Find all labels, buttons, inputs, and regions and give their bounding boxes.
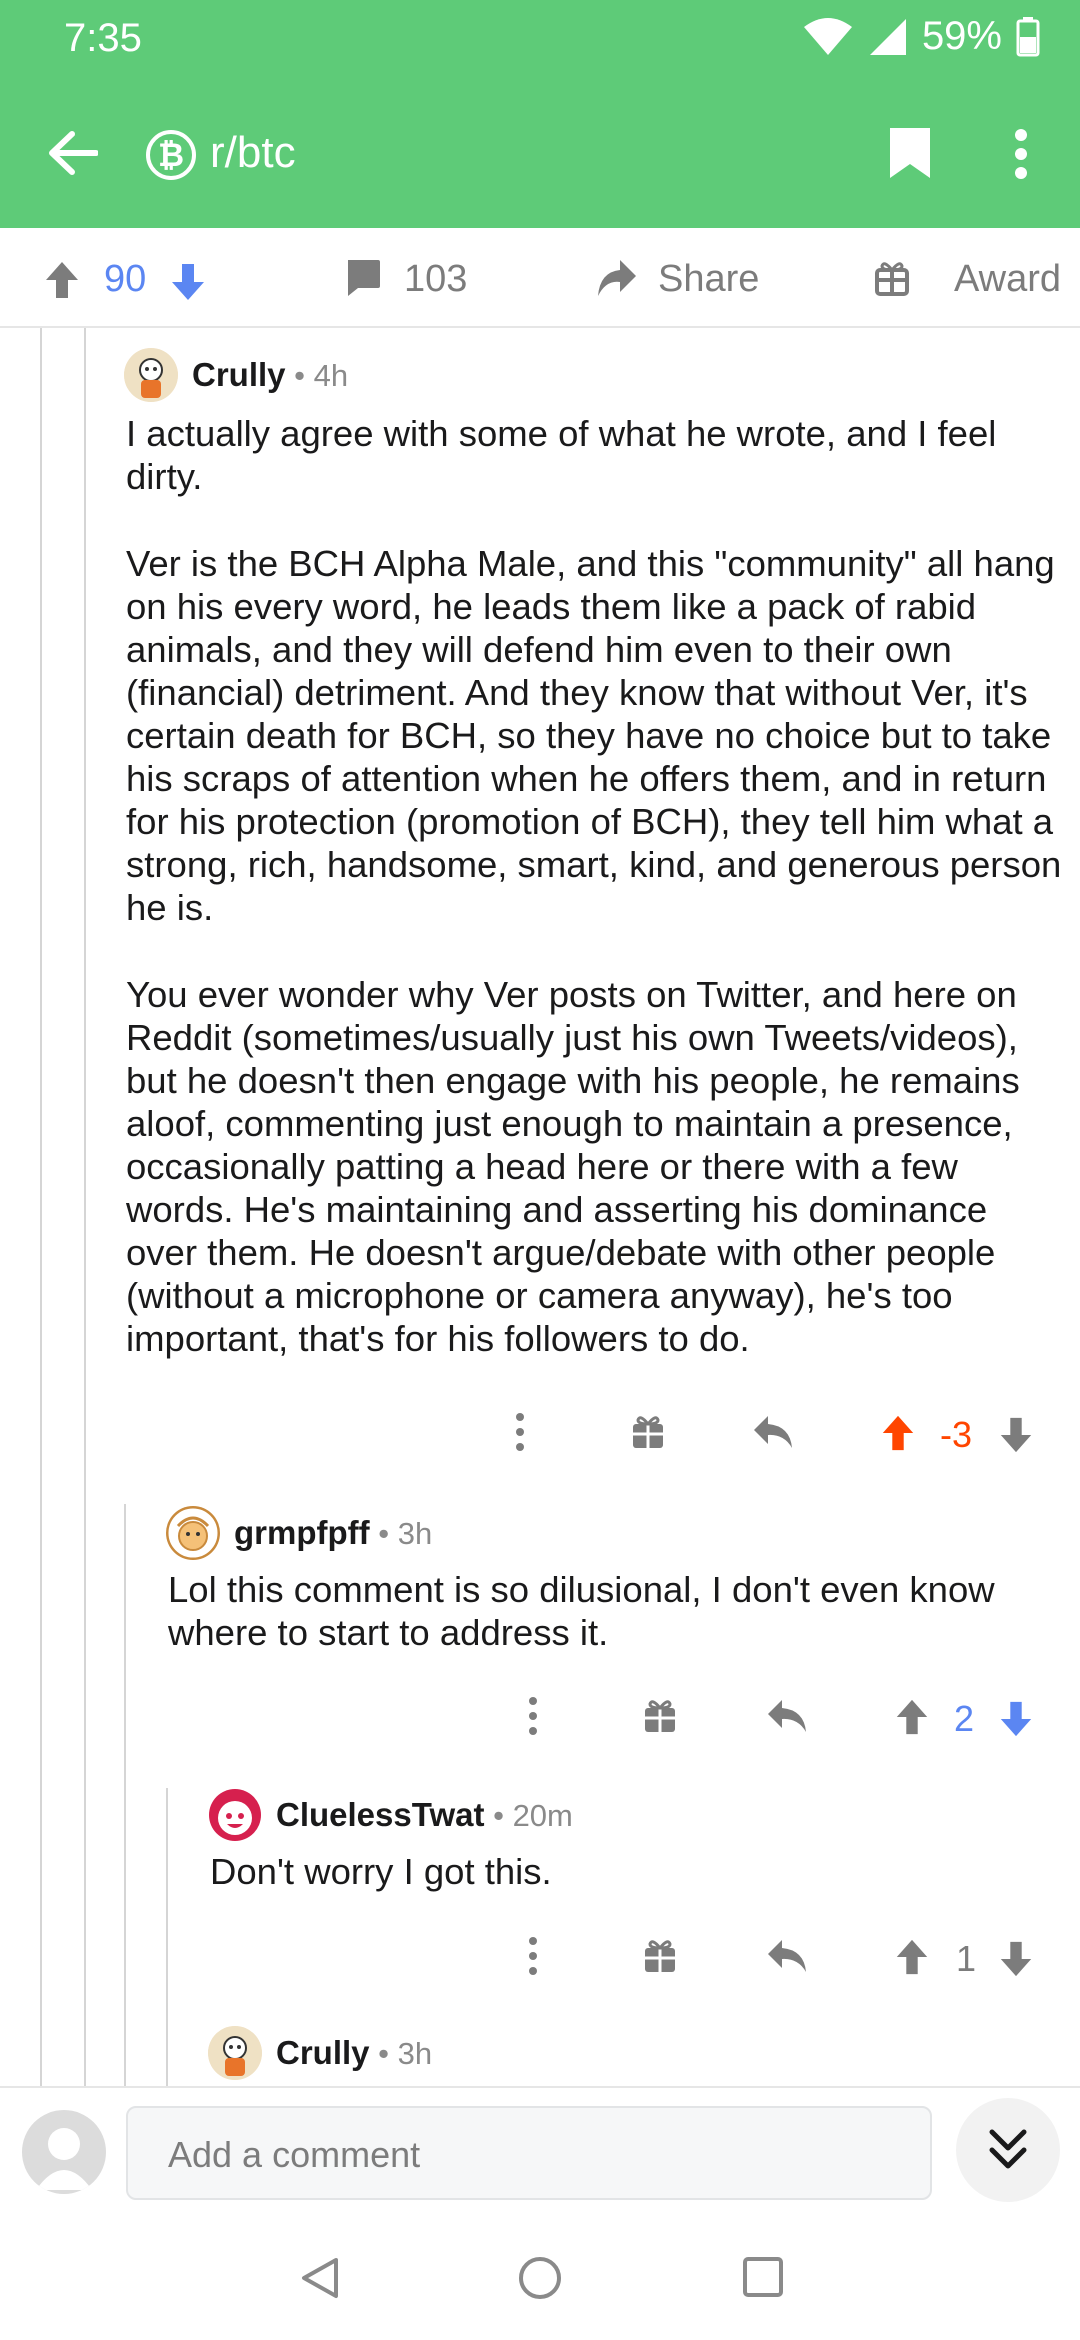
comment-score: -3 [940, 1414, 973, 1455]
comment-age: 4h [313, 358, 349, 393]
subreddit-title[interactable]: r/btc [210, 128, 296, 178]
comment-author[interactable]: Crully [276, 2034, 370, 2071]
comment-paragraph: Don't worry I got this. [210, 1851, 552, 1892]
comment-author[interactable]: Crully [192, 356, 286, 393]
downvote-icon[interactable] [998, 1416, 1034, 1454]
bitcoin-icon: ₿ [146, 130, 196, 180]
back-arrow-icon[interactable] [46, 128, 98, 178]
gift-icon[interactable] [874, 260, 910, 298]
battery-icon [1016, 16, 1040, 56]
share-button[interactable]: Share [658, 258, 759, 301]
comment-paragraph: You ever wonder why Ver posts on Twitter… [126, 974, 1020, 1359]
comment-paragraph: Lol this comment is so dilusional, I don… [168, 1569, 995, 1653]
double-chevron-down-icon [989, 2129, 1027, 2169]
add-comment-bar: Add a comment [0, 2086, 1080, 2212]
app-header: 7:35 59% ₿ r/btc [0, 0, 1080, 228]
thread-line[interactable] [124, 1504, 126, 2086]
post-score: 90 [104, 258, 147, 300]
add-comment-placeholder: Add a comment [168, 2134, 421, 2175]
wifi-icon [803, 17, 852, 55]
comment-age: 3h [397, 1516, 433, 1551]
share-icon[interactable] [596, 258, 638, 298]
award-button[interactable]: Award [954, 258, 1061, 301]
avatar[interactable] [208, 1788, 262, 1842]
more-vert-icon[interactable] [528, 1936, 538, 1976]
more-vert-icon[interactable] [515, 1412, 525, 1452]
post-action-bar: 90 103 Share Award [0, 228, 1080, 328]
nav-home-icon[interactable] [518, 2256, 562, 2300]
status-time: 7:35 [64, 16, 142, 60]
default-user-icon [36, 2128, 92, 2190]
comment-author[interactable]: CluelessTwat [276, 1796, 484, 1833]
reply-icon[interactable] [766, 1938, 808, 1974]
comment-age: 20m [512, 1798, 573, 1833]
user-avatar[interactable] [22, 2110, 106, 2194]
status-icons: 59% [802, 14, 1040, 59]
nav-back-icon[interactable] [298, 2256, 340, 2300]
thread-line[interactable] [40, 328, 42, 2086]
comment-body: Don't worry I got this. [210, 1850, 1050, 1893]
avatar[interactable] [124, 348, 178, 402]
battery-percent: 59% [921, 14, 1002, 58]
comment-paragraph: I actually agree with some of what he wr… [126, 413, 997, 497]
comment-body: Lol this comment is so dilusional, I don… [168, 1568, 1048, 1654]
gift-icon[interactable] [642, 1698, 678, 1736]
nav-recents-icon[interactable] [742, 2256, 784, 2298]
comment-icon[interactable] [344, 258, 382, 298]
add-comment-input[interactable]: Add a comment [126, 2106, 932, 2200]
avatar-image [124, 348, 178, 402]
system-nav-bar [0, 2212, 1080, 2340]
downvote-icon[interactable] [998, 1940, 1034, 1978]
comment-paragraph: Ver is the BCH Alpha Male, and this "com… [126, 543, 1062, 928]
comment-score: 1 [956, 1938, 977, 1979]
avatar-image [166, 1506, 220, 1560]
more-vert-icon[interactable] [528, 1696, 538, 1736]
next-comment-button[interactable] [956, 2098, 1060, 2202]
bookmark-icon[interactable] [888, 126, 932, 180]
upvote-icon[interactable] [894, 1698, 930, 1736]
avatar-image [208, 2026, 262, 2080]
comment-author[interactable]: grmpfpff [234, 1514, 370, 1551]
comment-header: Crully • 4h [192, 356, 349, 393]
reply-icon[interactable] [752, 1414, 794, 1450]
downvote-icon[interactable] [998, 1700, 1034, 1738]
thread-line[interactable] [84, 328, 86, 2086]
upvote-icon[interactable] [880, 1414, 916, 1452]
reply-icon[interactable] [766, 1698, 808, 1734]
comment-header: Crully • 3h [276, 2034, 433, 2071]
downvote-icon[interactable] [170, 262, 206, 302]
avatar-image [209, 1789, 261, 1841]
avatar[interactable] [166, 1506, 220, 1560]
upvote-icon[interactable] [44, 260, 80, 300]
comment-score: 2 [954, 1698, 975, 1739]
comment-header: grmpfpff • 3h [234, 1514, 433, 1551]
thread-line[interactable] [166, 1788, 168, 2086]
comment-count[interactable]: 103 [404, 258, 467, 301]
gift-icon[interactable] [642, 1938, 678, 1976]
avatar[interactable] [208, 2026, 262, 2080]
signal-icon [869, 18, 906, 55]
upvote-icon[interactable] [894, 1938, 930, 1976]
comment-body: I actually agree with some of what he wr… [126, 412, 1066, 1360]
gift-icon[interactable] [630, 1414, 666, 1452]
more-vert-icon[interactable] [1014, 128, 1028, 180]
comment-header: CluelessTwat • 20m [276, 1796, 573, 1833]
comment-age: 3h [397, 2036, 433, 2071]
